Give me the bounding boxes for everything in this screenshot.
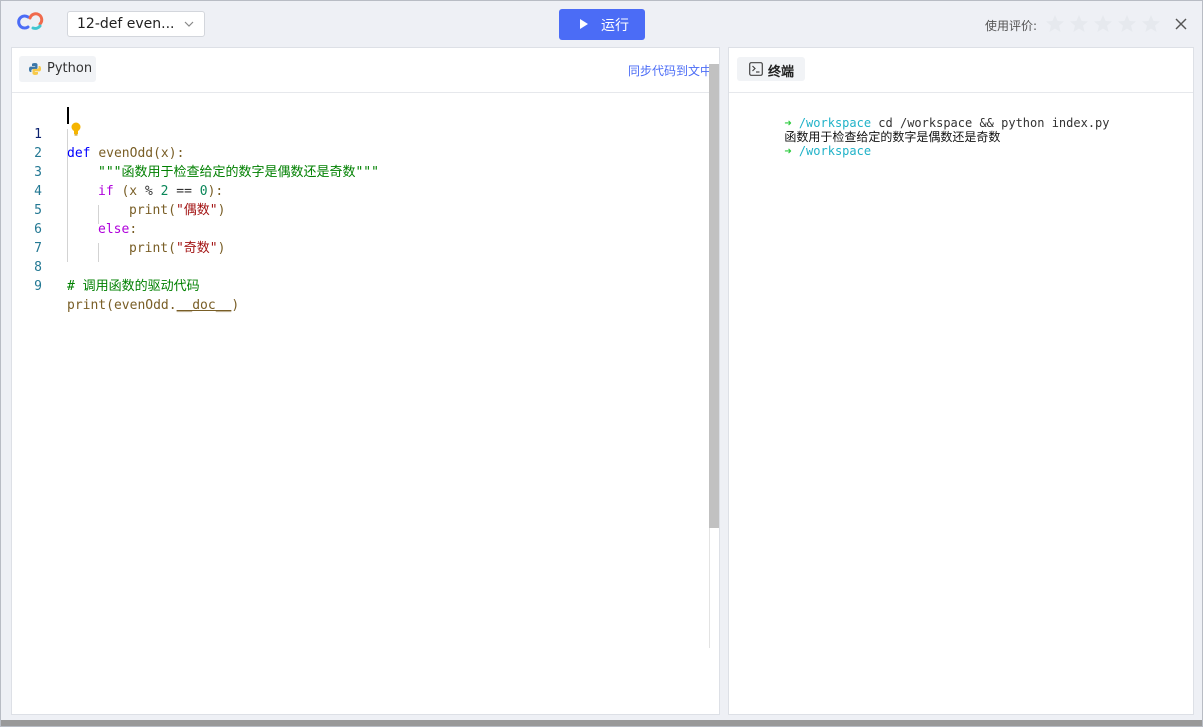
prompt-path: /workspace bbox=[798, 116, 872, 130]
code-line: 9 print(evenOdd.__doc__) bbox=[12, 258, 702, 313]
language-label: Python bbox=[47, 61, 93, 76]
code-line: 1 def evenOdd(x): bbox=[12, 106, 702, 161]
editor-scrollbar[interactable] bbox=[709, 64, 719, 528]
code-line: 6 print("奇数") bbox=[12, 201, 702, 256]
run-button-label: 运行 bbox=[601, 18, 629, 34]
code-token: # 调用函数的驱动代码 bbox=[67, 279, 200, 294]
chevron-down-icon bbox=[184, 21, 194, 27]
prompt-arrow-icon: ➜ bbox=[784, 144, 792, 158]
run-button[interactable]: 运行 bbox=[559, 9, 645, 40]
file-select[interactable]: 12-def even... bbox=[67, 11, 205, 37]
star-icon[interactable] bbox=[1093, 14, 1113, 34]
play-icon bbox=[580, 19, 588, 29]
bottom-bar bbox=[1, 720, 1202, 726]
rating-label: 使用评价: bbox=[985, 19, 1038, 33]
line-number: 9 bbox=[34, 279, 42, 294]
top-bar: 12-def even... 运行 使用评价: bbox=[1, 1, 1202, 47]
terminal-tab[interactable]: 终端 bbox=[737, 57, 805, 81]
star-icon[interactable] bbox=[1045, 14, 1065, 34]
terminal-header: 终端 bbox=[729, 48, 1193, 93]
star-icon[interactable] bbox=[1117, 14, 1137, 34]
code-token: __doc__ bbox=[176, 298, 232, 313]
star-icon[interactable] bbox=[1141, 14, 1161, 34]
star-icon[interactable] bbox=[1069, 14, 1089, 34]
terminal-icon bbox=[749, 62, 763, 76]
terminal-line: ➜ /workspace cd /workspace && python ind… bbox=[741, 102, 1109, 130]
close-icon[interactable] bbox=[1174, 17, 1188, 31]
code-line: 2 """函数用于检查给定的数字是偶数还是奇数""" bbox=[12, 125, 702, 180]
code-line: 8 # 调用函数的驱动代码 bbox=[12, 239, 702, 294]
editor-header: Python 同步代码到文中 bbox=[12, 48, 719, 93]
code-token: ) bbox=[231, 298, 240, 313]
app-logo-icon bbox=[17, 12, 44, 30]
code-line: 3 if (x % 2 == 0): bbox=[12, 144, 702, 199]
language-tab[interactable]: Python bbox=[19, 56, 96, 82]
scroll-track bbox=[709, 528, 710, 648]
python-icon bbox=[29, 63, 41, 75]
code-line: 7 bbox=[12, 220, 702, 256]
code-token: print(evenOdd. bbox=[67, 298, 177, 313]
code-editor[interactable]: 1 def evenOdd(x): 2 """函数用于检查给定的数字是偶数还是奇… bbox=[12, 93, 709, 714]
prompt-path: /workspace bbox=[798, 144, 872, 158]
code-line: 5 else: bbox=[12, 182, 702, 237]
editor-panel: Python 同步代码到文中 1 def evenOdd(x): 2 """函数… bbox=[11, 47, 720, 715]
terminal-output-text: 函数用于检查给定的数字是偶数还是奇数 bbox=[784, 130, 1001, 144]
file-select-value: 12-def even... bbox=[77, 16, 175, 32]
prompt-arrow-icon: ➜ bbox=[784, 116, 792, 130]
sync-code-link[interactable]: 同步代码到文中 bbox=[628, 62, 712, 79]
terminal-command: cd /workspace && python index.py bbox=[871, 116, 1110, 130]
rating-stars bbox=[1045, 14, 1165, 34]
terminal-panel: 终端 ➜ /workspace cd /workspace && python … bbox=[728, 47, 1194, 715]
terminal-output[interactable]: ➜ /workspace cd /workspace && python ind… bbox=[741, 102, 1109, 158]
code-line: 4 print("偶数") bbox=[12, 163, 702, 218]
terminal-tab-label: 终端 bbox=[768, 65, 795, 80]
